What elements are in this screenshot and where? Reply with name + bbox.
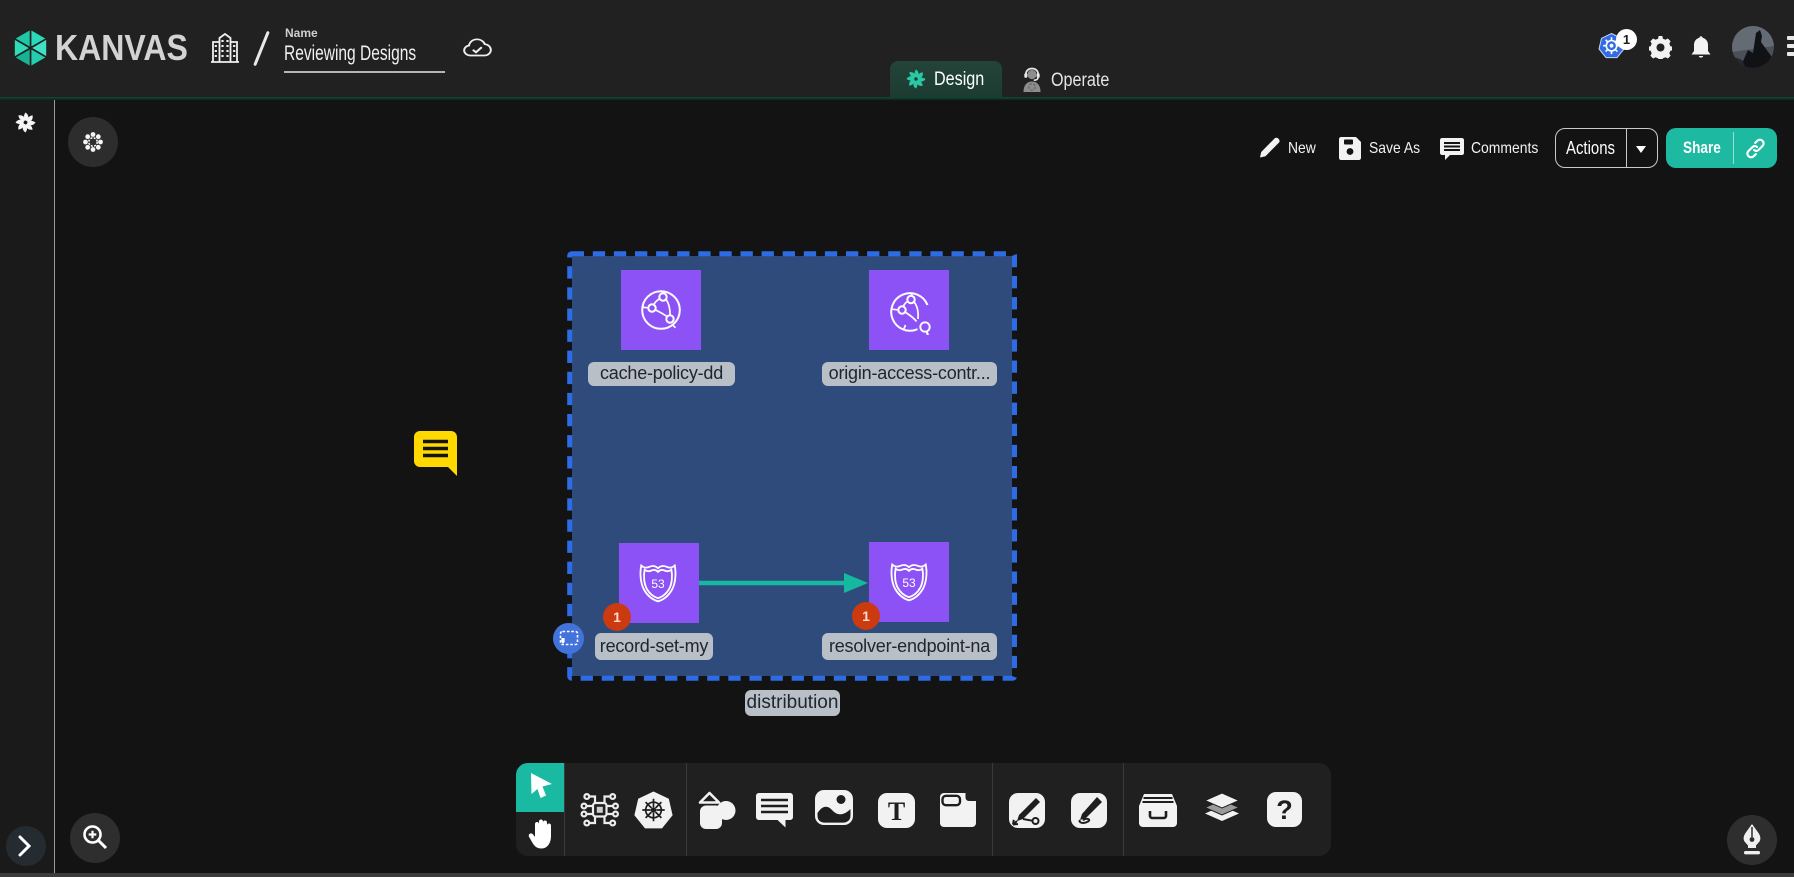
svg-text:?: ? (1276, 795, 1293, 825)
svg-text:53: 53 (902, 576, 916, 590)
svg-text:T: T (888, 797, 905, 826)
svg-text:53: 53 (651, 577, 665, 591)
